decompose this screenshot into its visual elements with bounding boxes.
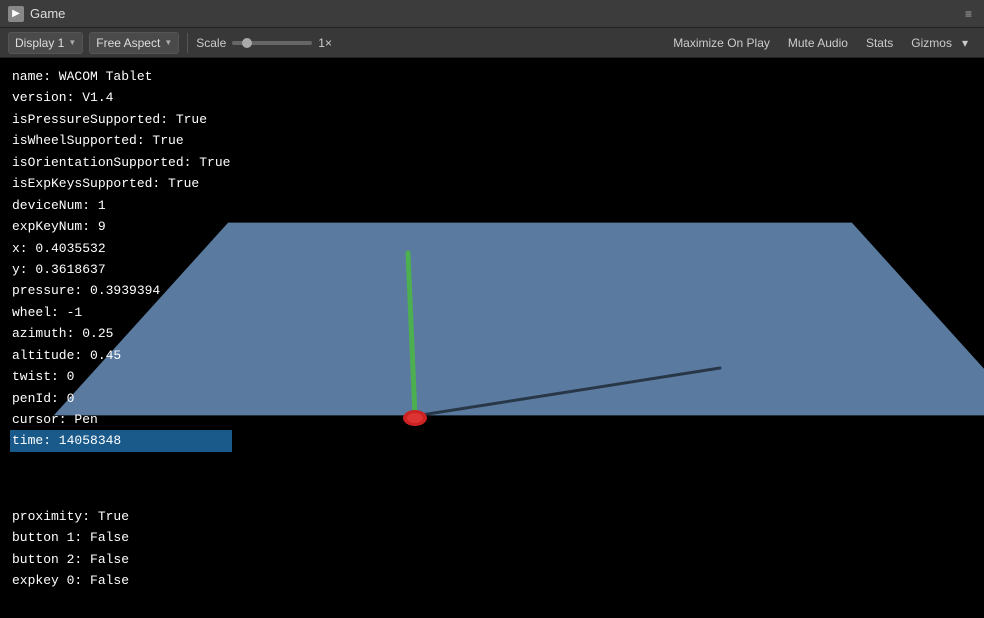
toolbar-right: Maximize On Play Mute Audio Stats Gizmos… <box>665 33 976 53</box>
bottom-panel: proximity: Truebutton 1: Falsebutton 2: … <box>0 498 984 618</box>
debug-line: wheel: -1 <box>12 302 230 323</box>
debug-line: version: V1.4 <box>12 87 230 108</box>
scale-value: 1× <box>318 36 332 50</box>
debug-line: isWheelSupported: True <box>12 130 230 151</box>
bottom-line: button 2: False <box>12 549 972 570</box>
bottom-line: proximity: True <box>12 506 972 527</box>
scale-thumb <box>242 38 252 48</box>
scale-label: Scale <box>196 36 226 50</box>
gizmos-arrow-icon[interactable]: ▾ <box>962 33 976 53</box>
toolbar: Display 1 ▼ Free Aspect ▼ Scale 1× Maxim… <box>0 28 984 58</box>
debug-line: expKeyNum: 9 <box>12 216 230 237</box>
bottom-line: expkey 0: False <box>12 570 972 591</box>
debug-line: pressure: 0.3939394 <box>12 280 230 301</box>
stats-button[interactable]: Stats <box>858 33 901 53</box>
title-bar-controls: ≡ <box>961 7 976 21</box>
debug-line: isExpKeysSupported: True <box>12 173 230 194</box>
debug-line: altitude: 0.45 <box>12 345 230 366</box>
debug-line: azimuth: 0.25 <box>12 323 230 344</box>
debug-line: name: WACOM Tablet <box>12 66 230 87</box>
tablet-surface-container <box>160 138 920 458</box>
mute-audio-button[interactable]: Mute Audio <box>780 33 856 53</box>
aspect-dropdown[interactable]: Free Aspect ▼ <box>89 32 179 54</box>
aspect-label: Free Aspect <box>96 36 160 50</box>
debug-line: time: 14058348 <box>10 430 232 451</box>
separator-1 <box>187 33 188 53</box>
game-viewport[interactable]: name: WACOM Tabletversion: V1.4isPressur… <box>0 58 984 498</box>
maximize-on-play-button[interactable]: Maximize On Play <box>665 33 778 53</box>
debug-line: x: 0.4035532 <box>12 238 230 259</box>
display-label: Display 1 <box>15 36 64 50</box>
scale-slider[interactable] <box>232 41 312 45</box>
debug-line: twist: 0 <box>12 366 230 387</box>
debug-overlay: name: WACOM Tabletversion: V1.4isPressur… <box>0 58 242 460</box>
game-icon: ▶ <box>8 6 24 22</box>
bottom-line: button 1: False <box>12 527 972 548</box>
display-dropdown[interactable]: Display 1 ▼ <box>8 32 83 54</box>
debug-line: penId: 0 <box>12 388 230 409</box>
debug-line: cursor: Pen <box>12 409 230 430</box>
debug-line: isOrientationSupported: True <box>12 152 230 173</box>
display-arrow-icon: ▼ <box>68 38 76 47</box>
menu-icon[interactable]: ≡ <box>961 7 976 21</box>
debug-line: y: 0.3618637 <box>12 259 230 280</box>
aspect-arrow-icon: ▼ <box>164 38 172 47</box>
title-bar: ▶ Game ≡ <box>0 0 984 28</box>
debug-line: deviceNum: 1 <box>12 195 230 216</box>
debug-line: isPressureSupported: True <box>12 109 230 130</box>
gizmos-button[interactable]: Gizmos <box>903 33 960 53</box>
window-title: Game <box>30 6 65 21</box>
